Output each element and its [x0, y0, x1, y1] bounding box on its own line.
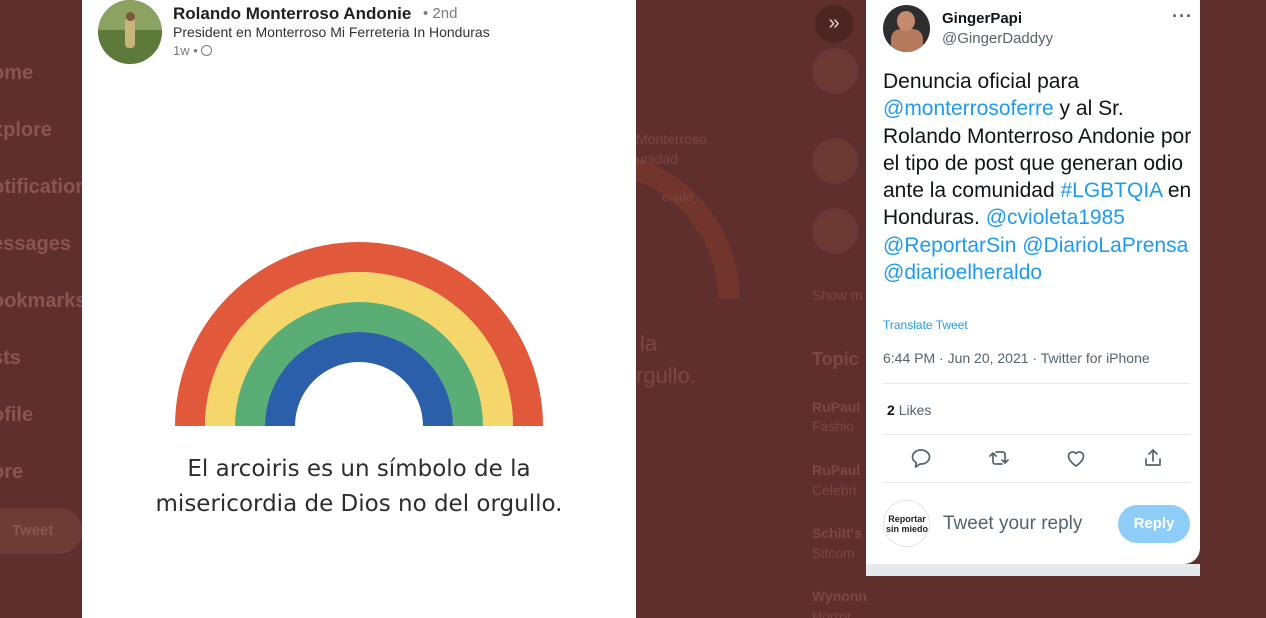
tweet-mention-link[interactable]: @monterrosoferre: [883, 97, 1054, 120]
likes-count[interactable]: 2 Likes: [887, 402, 931, 418]
like-icon[interactable]: [1064, 446, 1088, 470]
ghost-text: la: [640, 331, 658, 356]
divider: [883, 434, 1191, 435]
tweet-mention-link[interactable]: @ReportarSin: [883, 234, 1016, 257]
reply-user-avatar: Reportar sin miedo: [883, 500, 930, 547]
nav-messages: essages: [0, 233, 71, 255]
ghost-avatar: [812, 138, 858, 184]
caption-line: El arcoiris es un símbolo de la: [187, 456, 531, 482]
tweet-card-footer: [866, 564, 1200, 576]
ghost-avatar: [812, 208, 858, 254]
retweet-icon[interactable]: [987, 446, 1011, 470]
likes-number: 2: [887, 402, 895, 418]
reply-input[interactable]: Tweet your reply: [943, 513, 1082, 535]
tweet-mention-link[interactable]: @DiarioLaPrensa: [1022, 234, 1188, 257]
expand-icon[interactable]: »: [815, 5, 853, 43]
tweet-text-segment: Denuncia oficial para: [883, 70, 1080, 93]
ghost-text: Schitt's: [812, 525, 863, 541]
ghost-text: Celebri: [812, 482, 857, 498]
tweet-card: GingerPapi @GingerDaddyy ··· Denuncia of…: [866, 0, 1200, 564]
ghost-text: RuPaul: [812, 462, 861, 478]
ghost-text: unidad: [636, 151, 679, 167]
tweet-mention-link[interactable]: @cvioleta1985: [986, 206, 1125, 229]
user-avatar[interactable]: [883, 5, 930, 52]
ghost-text: Horror: [812, 608, 852, 618]
globe-icon: [200, 45, 212, 56]
post-meta: 1w •: [173, 43, 212, 58]
nav-more: ore: [0, 461, 24, 483]
background-tweet-button: Tweet: [0, 508, 82, 554]
ghost-text: Fashio: [812, 418, 855, 434]
display-name[interactable]: GingerPapi: [942, 10, 1022, 27]
nav-lists: sts: [0, 347, 21, 369]
tweet-timestamp[interactable]: 6:44 PM · Jun 20, 2021 · Twitter for iPh…: [883, 350, 1150, 366]
ghost-text: Monterroso: [636, 131, 707, 147]
tweet-text: Denuncia oficial para @monterrosoferre y…: [883, 68, 1193, 286]
caption-line: misericordia de Dios no del orgullo.: [155, 491, 563, 517]
tweet-mention-link[interactable]: #LGBTQIA: [1060, 179, 1162, 202]
divider: [883, 482, 1191, 483]
divider: [883, 383, 1191, 384]
likes-label: Likes: [898, 402, 932, 418]
ghost-text: Topic: [812, 349, 859, 369]
connection-degree: • 2nd: [423, 5, 458, 22]
tweet-mention-link[interactable]: @diarioelheraldo: [883, 261, 1042, 284]
reply-icon[interactable]: [909, 446, 933, 470]
ghost-avatar: [812, 48, 858, 94]
share-icon[interactable]: [1141, 446, 1165, 470]
reply-button[interactable]: Reply: [1118, 505, 1190, 543]
ghost-text: Show m: [812, 287, 863, 303]
translate-tweet-link[interactable]: Translate Tweet: [883, 318, 968, 332]
ghost-text: Sitcom: [812, 545, 855, 561]
author-name: Rolando Monterroso Andonie: [173, 4, 412, 23]
linkedin-post-image: Rolando Monterroso Andonie • 2nd Preside…: [82, 0, 636, 618]
author-headline: President en Monterroso Mi Ferreteria In…: [173, 24, 490, 40]
nav-profile: ofile: [0, 404, 34, 426]
more-options-icon[interactable]: ···: [1172, 6, 1193, 27]
ghost-text: rgullo.: [636, 363, 696, 388]
ghost-text: erado: [662, 190, 693, 204]
user-handle[interactable]: @GingerDaddyy: [942, 30, 1053, 47]
post-caption: El arcoiris es un símbolo de la miserico…: [82, 452, 636, 522]
rainbow-graphic: [175, 242, 543, 426]
nav-explore: xplore: [0, 119, 53, 141]
nav-home: ome: [0, 62, 34, 84]
author-avatar: [98, 0, 162, 64]
nav-bookmarks: ookmarks: [0, 290, 87, 312]
ghost-text: RuPaul: [812, 399, 861, 415]
ghost-text: Wynonn: [812, 588, 867, 604]
post-time: 1w •: [173, 43, 198, 58]
